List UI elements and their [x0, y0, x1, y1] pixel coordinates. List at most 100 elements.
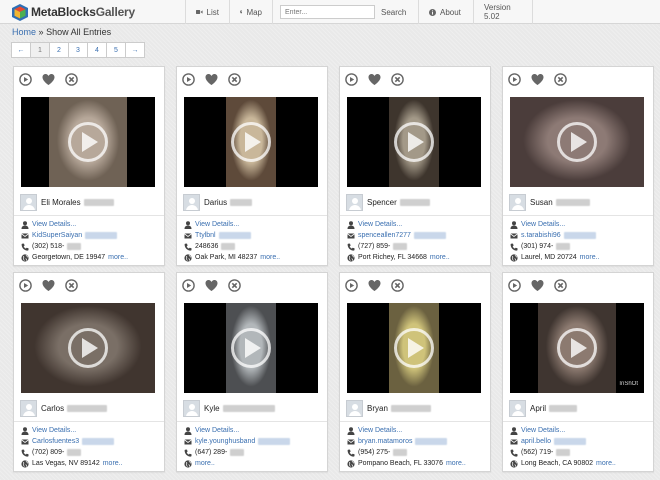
play-overlay-icon[interactable] — [231, 328, 271, 368]
view-details-link[interactable]: View Details... — [358, 221, 402, 228]
nav-about[interactable]: About — [418, 0, 473, 24]
play-overlay-icon[interactable] — [231, 122, 271, 162]
video-player[interactable] — [347, 97, 481, 187]
more-link[interactable]: more.. — [260, 254, 280, 261]
heart-icon — [42, 73, 55, 85]
delete-button[interactable] — [65, 72, 78, 86]
user-row: Eli Morales — [20, 193, 158, 211]
view-details-link[interactable]: View Details... — [521, 427, 565, 434]
nav-list[interactable]: List — [185, 0, 229, 24]
redacted-email-domain — [553, 438, 586, 445]
phone-number: (302) 518- — [32, 243, 65, 250]
page-link-3[interactable]: 3 — [68, 42, 88, 58]
video-player[interactable] — [184, 303, 318, 393]
more-link[interactable]: more.. — [103, 460, 123, 467]
view-details-link[interactable]: View Details... — [32, 427, 76, 434]
play-overlay-icon[interactable] — [68, 328, 108, 368]
card-actions — [19, 278, 88, 292]
globe-icon — [510, 459, 518, 468]
delete-button[interactable] — [391, 278, 404, 292]
phone-icon — [184, 243, 192, 251]
play-overlay-icon[interactable] — [394, 122, 434, 162]
view-details-row: View Details... — [347, 425, 487, 436]
phone-number: (647) 289- — [195, 449, 228, 456]
view-details-link[interactable]: View Details... — [32, 221, 76, 228]
play-button[interactable] — [345, 72, 358, 86]
more-link[interactable]: more.. — [195, 460, 215, 467]
page-next-link[interactable]: → — [125, 42, 145, 58]
delete-button[interactable] — [65, 278, 78, 292]
email-link[interactable]: Ttylbnl — [195, 232, 216, 239]
page-link-1[interactable]: 1 — [30, 42, 50, 58]
divider — [503, 215, 653, 216]
page-link-2[interactable]: 2 — [49, 42, 69, 58]
view-details-link[interactable]: View Details... — [521, 221, 565, 228]
email-link[interactable]: KidSuperSaiyan — [32, 232, 82, 239]
favorite-button[interactable] — [368, 73, 381, 86]
more-link[interactable]: more.. — [580, 254, 600, 261]
play-overlay-icon[interactable] — [557, 328, 597, 368]
email-row: kyle.younghusband — [184, 436, 324, 447]
phone-number: (954) 275- — [358, 449, 391, 456]
email-link[interactable]: Carlosfuentes3 — [32, 438, 79, 445]
email-link[interactable]: april.bello — [521, 438, 551, 445]
video-player[interactable] — [184, 97, 318, 187]
play-overlay-icon[interactable] — [557, 122, 597, 162]
divider — [503, 421, 653, 422]
more-link[interactable]: more.. — [596, 460, 616, 467]
search-button[interactable]: Search — [381, 0, 406, 24]
play-button[interactable] — [19, 72, 32, 86]
play-button[interactable] — [508, 72, 521, 86]
email-link[interactable]: spenceallen7277 — [358, 232, 411, 239]
delete-button[interactable] — [554, 278, 567, 292]
more-link[interactable]: more.. — [446, 460, 466, 467]
view-details-link[interactable]: View Details... — [358, 427, 402, 434]
favorite-button[interactable] — [205, 279, 218, 292]
delete-button[interactable] — [554, 72, 567, 86]
favorite-button[interactable] — [42, 73, 55, 86]
play-button[interactable] — [19, 278, 32, 292]
play-button[interactable] — [182, 72, 195, 86]
view-details-link[interactable]: View Details... — [195, 427, 239, 434]
close-circle-icon — [65, 278, 78, 292]
page-link-5[interactable]: 5 — [106, 42, 126, 58]
divider — [14, 421, 164, 422]
nav-map[interactable]: Map — [229, 0, 272, 24]
entry-details: View Details... bryan.matamoros (954) 275-… — [347, 425, 487, 469]
play-overlay-icon[interactable] — [68, 122, 108, 162]
search-input[interactable] — [280, 5, 375, 19]
divider — [177, 421, 327, 422]
delete-button[interactable] — [391, 72, 404, 86]
email-link[interactable]: kyle.younghusband — [195, 438, 255, 445]
favorite-button[interactable] — [205, 73, 218, 86]
page-prev-link[interactable]: ← — [11, 42, 31, 58]
envelope-icon — [184, 438, 192, 444]
view-details-link[interactable]: View Details... — [195, 221, 239, 228]
favorite-button[interactable] — [42, 279, 55, 292]
favorite-button[interactable] — [531, 73, 544, 86]
video-player[interactable]: InShOt — [510, 303, 644, 393]
brand-logo[interactable]: MetaBlocksGallery — [12, 3, 135, 21]
play-button[interactable] — [508, 278, 521, 292]
video-player[interactable] — [21, 303, 155, 393]
play-button[interactable] — [345, 278, 358, 292]
email-link[interactable]: bryan.matamoros — [358, 438, 412, 445]
play-overlay-icon[interactable] — [394, 328, 434, 368]
page-link-4[interactable]: 4 — [87, 42, 107, 58]
favorite-button[interactable] — [368, 279, 381, 292]
email-link[interactable]: s.tarabishi96 — [521, 232, 561, 239]
video-player[interactable] — [510, 97, 644, 187]
delete-button[interactable] — [228, 278, 241, 292]
view-details-row: View Details... — [184, 219, 324, 230]
globe-icon — [21, 253, 29, 262]
video-player[interactable] — [347, 303, 481, 393]
video-player[interactable] — [21, 97, 155, 187]
delete-button[interactable] — [228, 72, 241, 86]
more-link[interactable]: more.. — [430, 254, 450, 261]
play-button[interactable] — [182, 278, 195, 292]
favorite-button[interactable] — [531, 279, 544, 292]
card-actions — [508, 72, 577, 86]
more-link[interactable]: more.. — [108, 254, 128, 261]
breadcrumb-home-link[interactable]: Home — [12, 27, 36, 37]
view-details-row: View Details... — [184, 425, 324, 436]
